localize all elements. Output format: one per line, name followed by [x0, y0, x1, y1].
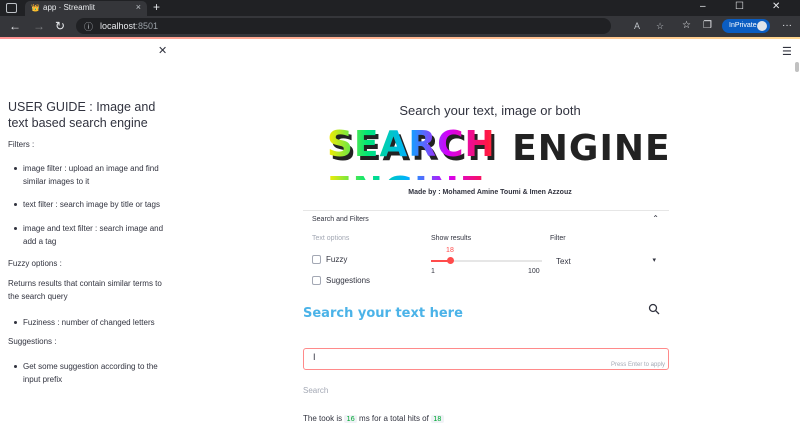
search-filters-expander: Search and Filters ⌃ Text options Fuzzy …: [303, 210, 669, 295]
made-by-text: Made by : Mohamed Amine Toumi & Imen Azz…: [408, 189, 572, 196]
browser-toolbar: ← → ↻ ⓘ localhost:8501 A ☆ ☆ ❐ InPrivate…: [0, 16, 800, 37]
suggestions-checkbox-label: Suggestions: [326, 276, 371, 285]
text-cursor-icon: I: [313, 352, 316, 362]
search-input[interactable]: I Press Enter to apply: [303, 348, 669, 370]
suggestions-checkbox[interactable]: [312, 276, 321, 285]
suggestions-heading: Suggestions :: [8, 337, 57, 346]
result-prefix: The took is: [303, 414, 343, 423]
inprivate-label: InPrivate: [729, 22, 757, 29]
address-bar[interactable]: ⓘ localhost:8501 A ☆: [76, 18, 664, 34]
search-button[interactable]: Search: [303, 386, 328, 395]
list-item-text: image filter : upload an image and find …: [23, 164, 159, 186]
favorites-icon[interactable]: ☆: [682, 20, 691, 31]
maximize-icon[interactable]: ☐: [735, 1, 744, 12]
more-menu-icon[interactable]: ···: [782, 20, 792, 31]
list-item-text: text filter : search image by title or t…: [23, 200, 160, 209]
fuzzy-description: Returns results that contain similar ter…: [8, 279, 162, 301]
list-item: text filter : search image by title or t…: [14, 198, 174, 211]
list-item: Fuziness : number of changed letters: [14, 316, 174, 329]
list-item-text: image and text filter : search image and…: [23, 224, 164, 246]
list-item-text: Get some suggestion according to the inp…: [23, 362, 158, 384]
result-summary: The took is 16 ms for a total hits of 18: [303, 414, 444, 423]
bullet-icon: [14, 227, 17, 230]
bullet-icon: [14, 365, 17, 368]
tab-actions-icon[interactable]: [6, 3, 17, 13]
close-window-icon[interactable]: ✕: [772, 1, 780, 12]
list-item: image filter : upload an image and find …: [14, 162, 174, 188]
search-icon[interactable]: [648, 303, 660, 315]
minimize-icon[interactable]: –: [700, 1, 706, 12]
browser-tab[interactable]: 👑 app · Streamlit ×: [25, 1, 147, 16]
text-options-label: Text options: [312, 235, 350, 242]
fuzzy-checkbox[interactable]: [312, 255, 321, 264]
result-ms: 16: [344, 415, 357, 423]
bullet-icon: [14, 321, 17, 324]
list-item: image and text filter : search image and…: [14, 222, 174, 248]
read-aloud-icon[interactable]: A: [634, 21, 640, 31]
sidebar-title: USER GUIDE : Image and text based search…: [8, 100, 156, 130]
slider-max: 100: [528, 268, 540, 275]
new-tab-icon[interactable]: +: [153, 0, 160, 14]
fuzzy-heading: Fuzzy options :: [8, 259, 62, 268]
filter-select[interactable]: Text ▾: [550, 253, 660, 269]
sidebar: ✕ USER GUIDE : Image and text based sear…: [0, 39, 180, 430]
slider-value: 18: [446, 247, 454, 254]
streamlit-favicon-icon: 👑: [31, 5, 40, 12]
inprivate-button[interactable]: InPrivate: [722, 19, 770, 33]
close-sidebar-icon[interactable]: ✕: [158, 44, 167, 57]
result-hits: 18: [431, 415, 444, 423]
list-item-text: Fuziness : number of changed letters: [23, 318, 155, 327]
filter-label: Filter: [550, 235, 566, 242]
forward-icon[interactable]: →: [33, 19, 45, 33]
bullet-icon: [14, 203, 17, 206]
refresh-icon[interactable]: ↻: [55, 19, 65, 33]
slider-thumb[interactable]: [447, 257, 455, 264]
fuzzy-checkbox-label: Fuzzy: [326, 255, 348, 264]
favorite-star-icon[interactable]: ☆: [656, 21, 664, 32]
show-results-slider[interactable]: [431, 257, 542, 264]
filter-select-value: Text: [556, 257, 571, 266]
tab-close-icon[interactable]: ×: [136, 2, 141, 12]
collections-icon[interactable]: ❐: [703, 20, 712, 31]
page-subtitle: Search your text, image or both: [399, 103, 581, 118]
hamburger-menu-icon[interactable]: ☰: [782, 45, 792, 58]
bullet-icon: [14, 167, 17, 170]
expander-title[interactable]: Search and Filters: [312, 216, 369, 223]
back-icon[interactable]: ←: [9, 19, 21, 33]
result-mid: ms for a total hits of: [359, 414, 429, 423]
logo: SEARCH ENGINE: [327, 122, 649, 211]
slider-min: 1: [431, 268, 435, 275]
profile-avatar: [757, 21, 767, 31]
browser-tab-bar: 👑 app · Streamlit × + – ☐ ✕: [0, 0, 800, 16]
show-results-label: Show results: [431, 235, 472, 242]
input-hint: Press Enter to apply: [610, 362, 665, 368]
list-item: Get some suggestion according to the inp…: [14, 360, 174, 386]
url-text: localhost:8501: [100, 21, 159, 31]
scrollbar[interactable]: [795, 62, 799, 72]
search-heading: Search your text here: [303, 306, 463, 321]
chevron-up-icon[interactable]: ⌃: [652, 214, 659, 223]
chevron-down-icon[interactable]: ▾: [652, 256, 656, 264]
filters-heading: Filters :: [8, 140, 35, 149]
tab-title: app · Streamlit: [43, 3, 96, 12]
site-info-icon[interactable]: ⓘ: [84, 20, 93, 33]
